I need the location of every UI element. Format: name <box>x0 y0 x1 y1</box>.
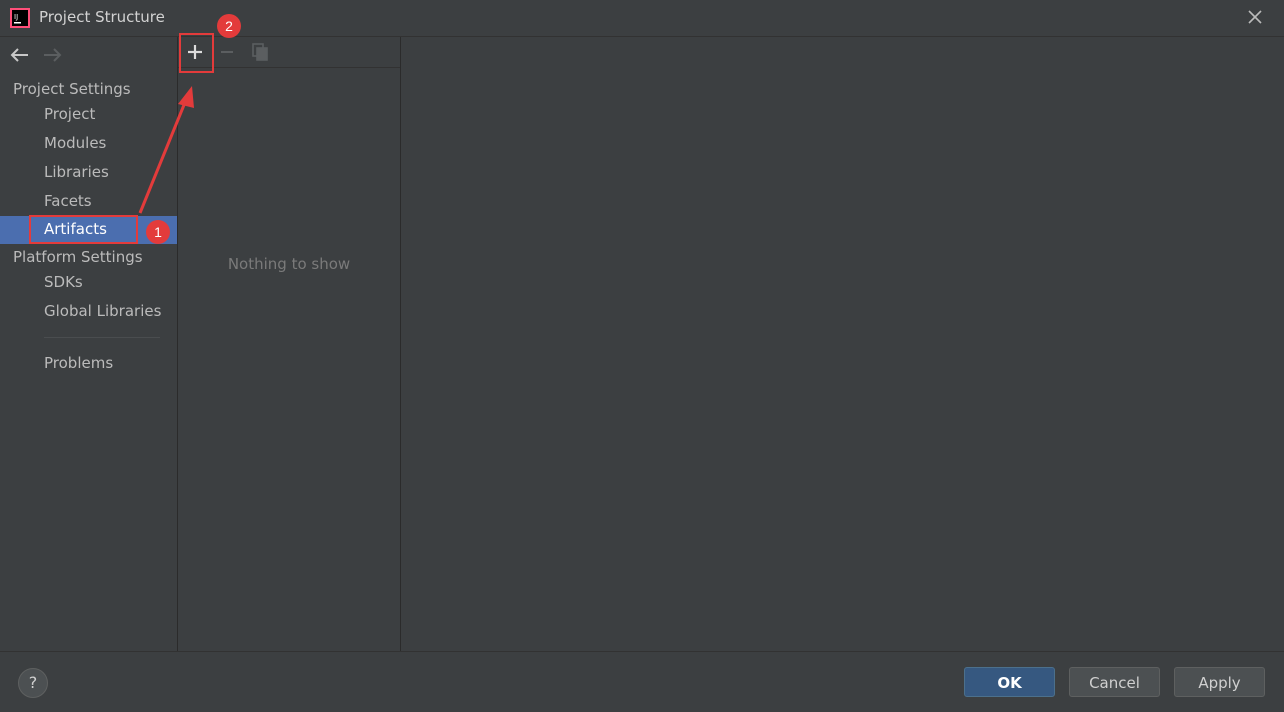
annotation-arrow-icon <box>138 86 194 214</box>
